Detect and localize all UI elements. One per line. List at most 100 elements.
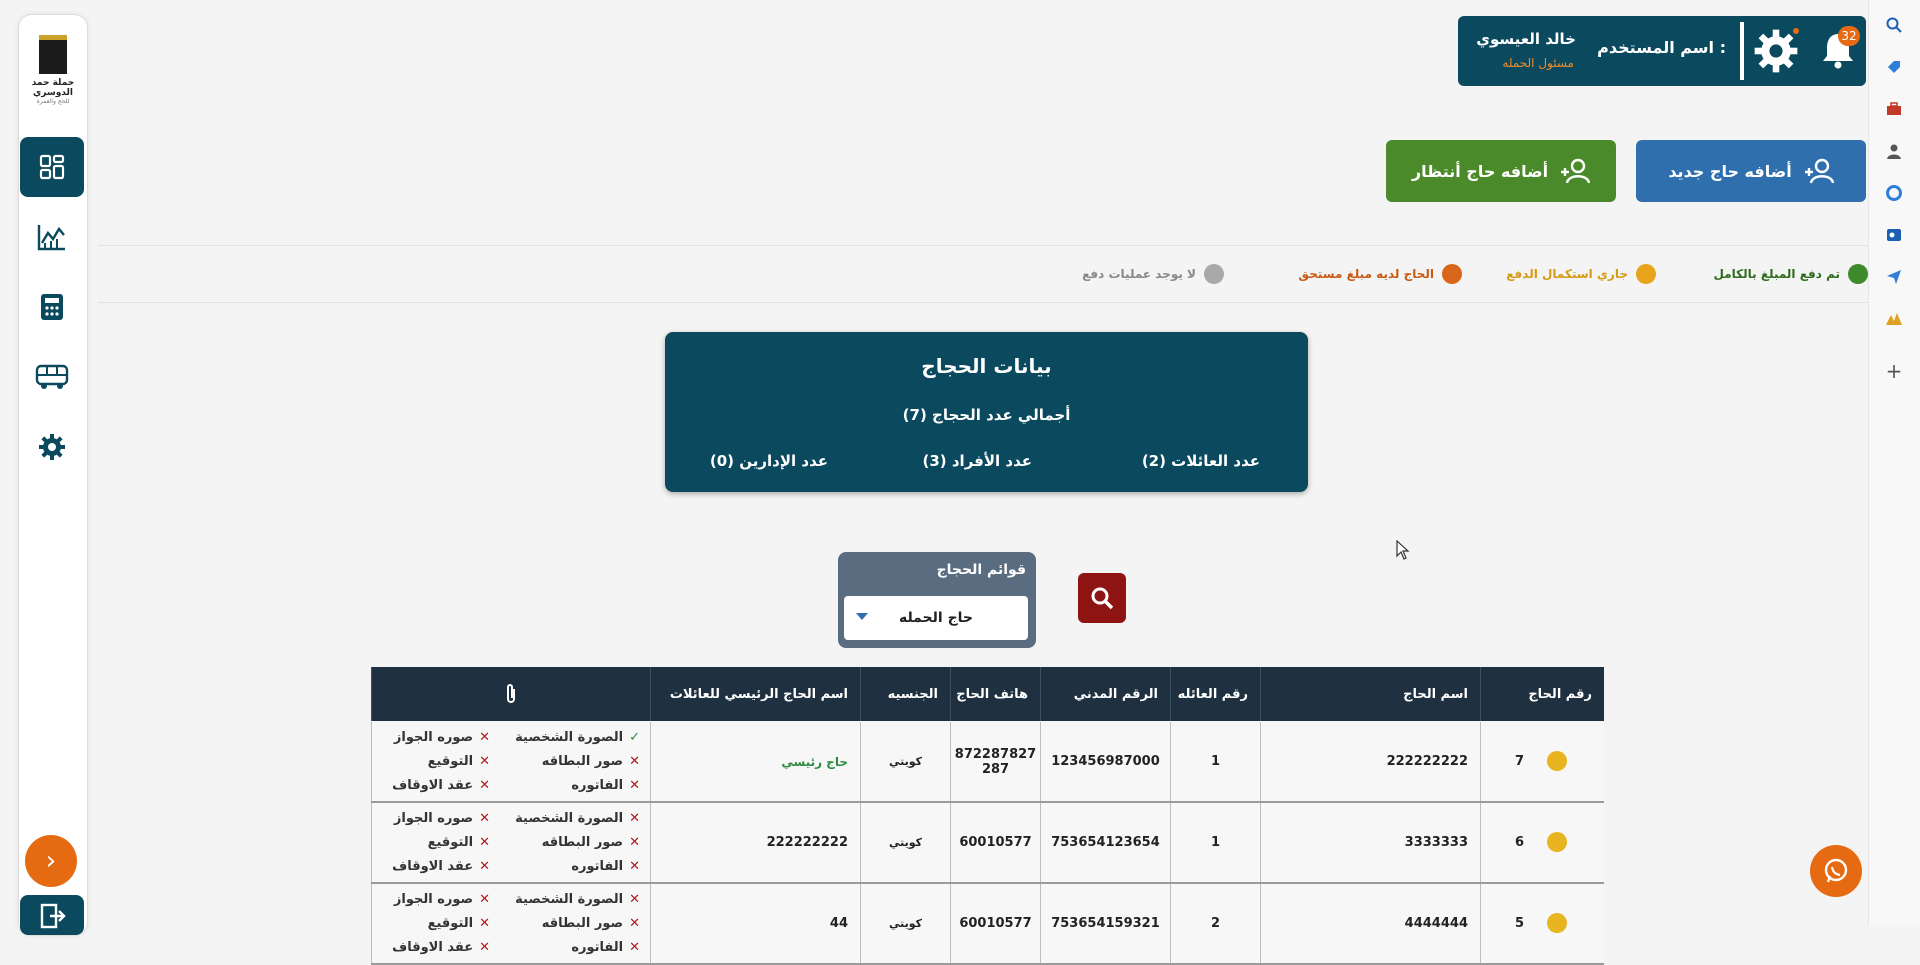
copilot-icon[interactable] [1883, 182, 1905, 204]
cell-main: حاج رئيسي [650, 722, 860, 801]
legend-none: لا يوجد عمليات دفع [1082, 264, 1224, 284]
doc-card[interactable]: صور البطاقه ✕ [542, 835, 640, 850]
cell-family: 1 [1170, 722, 1260, 801]
chevron-right-icon: › [45, 846, 57, 876]
doc-signature[interactable]: التوقيع ✕ [428, 916, 490, 931]
add-user-icon [1804, 158, 1834, 184]
col-header-phone[interactable]: هاتف الحاج [950, 667, 1040, 721]
sidebar-item-accounting[interactable] [19, 277, 85, 337]
doc-signature-label: التوقيع [427, 916, 474, 931]
gear-icon [1754, 29, 1798, 73]
pilgrim-list-select[interactable]: حاج الحمله [844, 596, 1028, 640]
sidebar-item-settings[interactable] [19, 417, 85, 477]
add-new-pilgrim-button[interactable]: أضافه حاج جديد [1636, 140, 1866, 202]
expand-sidebar-button[interactable]: › [25, 835, 77, 887]
x-icon: ✕ [629, 754, 640, 769]
legend-partial-label: جاري استكمال الدفع [1506, 267, 1628, 281]
doc-waqf[interactable]: عقد الاوقاف ✕ [392, 940, 490, 955]
doc-invoice[interactable]: الفاتوره ✕ [571, 940, 640, 955]
person-icon[interactable] [1883, 140, 1905, 162]
sidebar-item-reports[interactable] [19, 207, 85, 267]
sidebar-item-dashboard[interactable] [20, 137, 84, 197]
stats-admins: عدد الإدارين (0) [709, 452, 828, 470]
doc-waqf[interactable]: عقد الاوقاف ✕ [392, 859, 490, 874]
cell-phone: 872287827 287 [950, 722, 1040, 801]
logout-icon [40, 903, 66, 929]
doc-signature[interactable]: التوقيع ✕ [428, 835, 490, 850]
doc-personal[interactable]: الصورة الشخصية ✓ [515, 730, 640, 745]
x-icon: ✕ [629, 835, 640, 850]
cell-number: 5 [1480, 884, 1604, 963]
col-header-main[interactable]: اسم الحاج الرئيسي للعائلات [650, 667, 860, 721]
doc-personal[interactable]: الصورة الشخصية ✕ [515, 811, 640, 826]
doc-personal[interactable]: الصورة الشخصية ✕ [515, 892, 640, 907]
x-icon: ✕ [479, 778, 490, 793]
cell-nationality: كويتي [860, 803, 950, 882]
x-icon: ✕ [629, 859, 640, 874]
doc-card-label: صور البطاقه [541, 754, 624, 769]
partial-dot-icon [1636, 264, 1656, 284]
col-header-family[interactable]: رقم العائله [1170, 667, 1260, 721]
notification-badge: 32 [1838, 26, 1860, 46]
briefcase-icon[interactable] [1883, 98, 1905, 120]
pilgrim-list-filter: قوائم الحجاج حاج الحمله [838, 552, 1036, 648]
company-logo: حملة حمد الدوسري للحج والعمرة [23, 23, 83, 119]
col-header-nationality[interactable]: الجنسيه [860, 667, 950, 721]
logout-button[interactable] [20, 895, 84, 935]
whatsapp-button[interactable] [1810, 845, 1862, 897]
grid-icon [39, 154, 65, 180]
doc-passport[interactable]: صوره الجواز ✕ [394, 811, 490, 826]
pilgrims-stats-card: بيانات الحجاج أجمالي عدد الحجاج (7) عدد … [665, 332, 1308, 492]
chart-icon [37, 225, 65, 251]
cell-nationality: كويتي [860, 722, 950, 801]
col-header-attachments[interactable] [371, 667, 650, 721]
doc-passport[interactable]: صوره الجواز ✕ [394, 892, 490, 907]
search-button[interactable] [1078, 573, 1126, 623]
col-header-civil[interactable]: الرقم المدني [1040, 667, 1170, 721]
cell-civil: 753654123654 [1040, 803, 1170, 882]
x-icon: ✕ [629, 892, 640, 907]
user-label: اسم المستخدم : [1597, 38, 1726, 57]
none-dot-icon [1204, 264, 1224, 284]
paid-dot-icon [1848, 264, 1868, 284]
sidebar-item-transport[interactable] [19, 347, 85, 407]
legend-none-label: لا يوجد عمليات دفع [1082, 267, 1196, 281]
notifications-button[interactable]: 32 [1818, 26, 1860, 70]
cell-main: 222222222 [650, 803, 860, 882]
add-user-icon [1561, 158, 1591, 184]
doc-waqf-label: عقد الاوقاف [392, 859, 474, 874]
kaaba-logo-icon [39, 35, 67, 74]
doc-waqf[interactable]: عقد الاوقاف ✕ [392, 778, 490, 793]
header-settings-button[interactable] [1753, 28, 1799, 74]
x-icon: ✕ [479, 730, 490, 745]
x-icon: ✕ [629, 778, 640, 793]
stats-families: عدد العائلات (2) [1141, 452, 1260, 470]
cell-attachments: الصورة الشخصية ✓ صور البطاقه ✕ الفاتوره ✕ ص… [371, 722, 650, 801]
doc-invoice[interactable]: الفاتوره ✕ [571, 859, 640, 874]
doc-signature[interactable]: التوقيع ✕ [428, 754, 490, 769]
x-icon: ✕ [479, 916, 490, 931]
tag-icon[interactable] [1883, 56, 1905, 78]
send-icon[interactable] [1883, 266, 1905, 288]
x-icon: ✕ [479, 835, 490, 850]
x-icon: ✕ [479, 892, 490, 907]
cell-civil: 123456987000 [1040, 722, 1170, 801]
header-divider [1740, 22, 1744, 80]
col-header-number[interactable]: رقم الحاج [1480, 667, 1604, 721]
doc-passport[interactable]: صوره الجواز ✕ [394, 730, 490, 745]
search-icon[interactable] [1883, 14, 1905, 36]
outlook-icon[interactable] [1883, 224, 1905, 246]
app-icon[interactable] [1883, 308, 1905, 330]
table-row[interactable]: 6 3333333 1 753654123654 60010577 كويتي … [371, 803, 1604, 884]
doc-card[interactable]: صور البطاقه ✕ [542, 916, 640, 931]
doc-card[interactable]: صور البطاقه ✕ [542, 754, 640, 769]
table-row[interactable]: 7 222222222 1 123456987000 872287827 287… [371, 722, 1604, 803]
select-value: حاج الحمله [898, 610, 974, 626]
doc-invoice[interactable]: الفاتوره ✕ [571, 778, 640, 793]
cell-number: 6 [1480, 803, 1604, 882]
add-waiting-pilgrim-button[interactable]: أضافه حاج أنتظار [1386, 140, 1616, 202]
col-header-name[interactable]: اسم الحاج [1260, 667, 1480, 721]
add-icon[interactable]: + [1883, 359, 1905, 383]
x-icon: ✕ [629, 940, 640, 955]
due-dot-icon [1442, 264, 1462, 284]
